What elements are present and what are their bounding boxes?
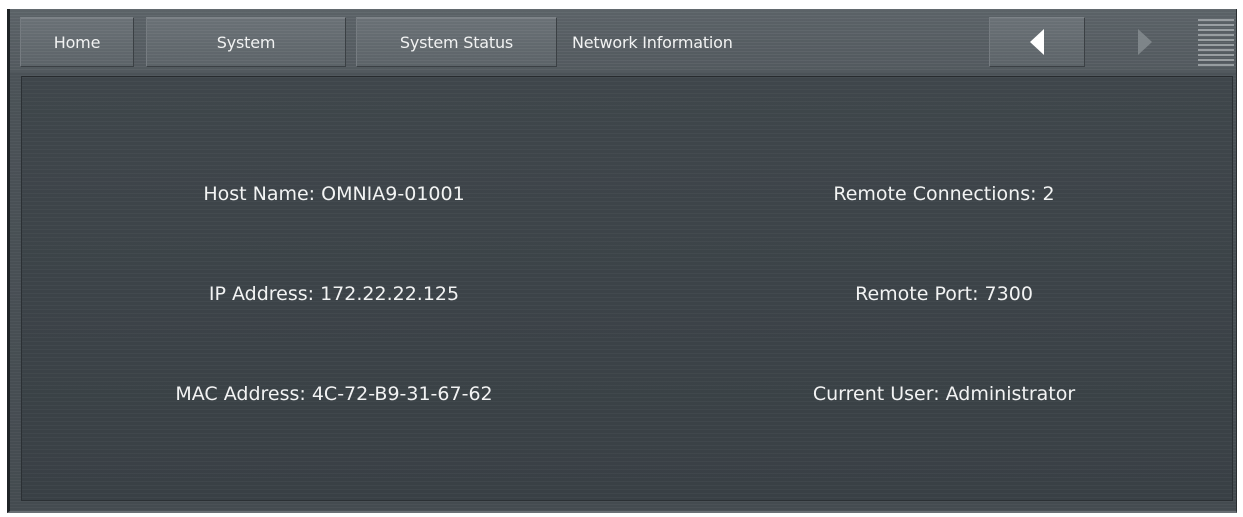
ip-address-text: IP Address: 172.22.22.125 xyxy=(208,283,460,305)
triangle-left-icon xyxy=(1030,29,1044,55)
forward-button[interactable] xyxy=(1097,17,1193,67)
current-user-text: Current User: Administrator xyxy=(812,383,1076,405)
tab-system-label: System xyxy=(216,32,276,52)
page-title: Network Information xyxy=(572,32,733,52)
tab-system-status-label: System Status xyxy=(399,32,514,52)
tab-system[interactable]: System xyxy=(146,17,346,67)
network-info-panel: Host Name: OMNIA9-01001 IP Address: 172.… xyxy=(21,76,1233,501)
tab-home-label: Home xyxy=(53,32,101,52)
back-button[interactable] xyxy=(989,17,1085,67)
menu-lines-icon[interactable] xyxy=(1198,19,1234,66)
remote-port-text: Remote Port: 7300 xyxy=(855,283,1033,305)
breadcrumb-current: Network Information xyxy=(557,17,857,67)
remote-connections-text: Remote Connections: 2 xyxy=(833,183,1055,205)
tab-home[interactable]: Home xyxy=(20,17,134,67)
triangle-right-icon xyxy=(1138,29,1152,55)
host-name-text: Host Name: OMNIA9-01001 xyxy=(203,183,465,205)
app-window: Home System System Status Network Inform… xyxy=(7,9,1237,513)
toolbar: Home System System Status Network Inform… xyxy=(10,9,1236,72)
mac-address-text: MAC Address: 4C-72-B9-31-67-62 xyxy=(175,383,493,405)
tab-system-status[interactable]: System Status xyxy=(356,17,557,67)
